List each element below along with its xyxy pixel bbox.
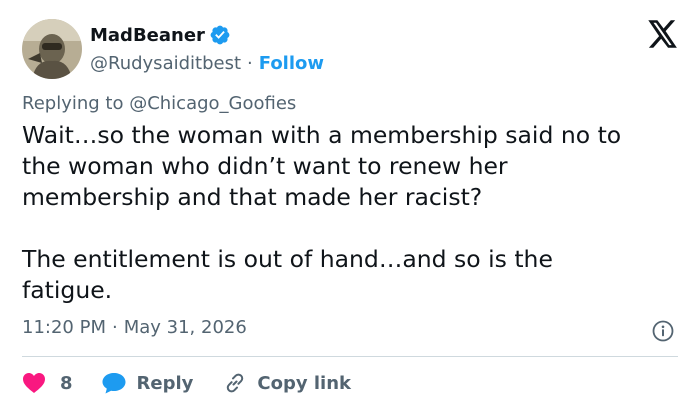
handle-row: @Rudysaiditbest · Follow bbox=[90, 49, 324, 77]
info-icon[interactable] bbox=[652, 320, 674, 342]
heart-icon bbox=[22, 372, 46, 394]
reply-mention-link[interactable]: @Chicago_Goofies bbox=[129, 93, 296, 114]
x-logo-icon[interactable] bbox=[648, 20, 678, 48]
like-count: 8 bbox=[60, 372, 73, 394]
name-row: MadBeaner bbox=[90, 21, 324, 49]
display-name[interactable]: MadBeaner bbox=[90, 25, 205, 46]
follow-button[interactable]: Follow bbox=[259, 53, 324, 74]
replying-prefix: Replying to bbox=[22, 93, 130, 114]
copy-link-button[interactable]: Copy link bbox=[223, 371, 351, 395]
tweet-header: MadBeaner @Rudysaiditbest · Follow bbox=[22, 17, 324, 81]
speech-bubble-icon bbox=[101, 371, 127, 395]
action-bar: 8 Reply Copy link bbox=[22, 368, 351, 398]
link-icon bbox=[223, 371, 247, 395]
tweet-date: May 31, 2026 bbox=[123, 317, 247, 338]
reply-button[interactable]: Reply bbox=[101, 371, 194, 395]
like-button[interactable]: 8 bbox=[22, 372, 73, 394]
divider bbox=[22, 356, 678, 357]
timestamp[interactable]: 11:20 PM · May 31, 2026 bbox=[22, 317, 247, 338]
avatar[interactable] bbox=[22, 19, 82, 79]
user-info: MadBeaner @Rudysaiditbest · Follow bbox=[90, 21, 324, 77]
separator-dot: · bbox=[247, 52, 253, 74]
tweet-text: Wait…so the woman with a membership said… bbox=[22, 121, 622, 304]
separator-dot: · bbox=[111, 317, 118, 338]
copy-link-label: Copy link bbox=[257, 372, 351, 394]
reply-label: Reply bbox=[136, 372, 194, 394]
handle[interactable]: @Rudysaiditbest bbox=[90, 53, 241, 74]
verified-badge-icon bbox=[209, 24, 231, 46]
tweet-time: 11:20 PM bbox=[22, 317, 106, 338]
replying-to: Replying to @Chicago_Goofies bbox=[22, 93, 296, 114]
